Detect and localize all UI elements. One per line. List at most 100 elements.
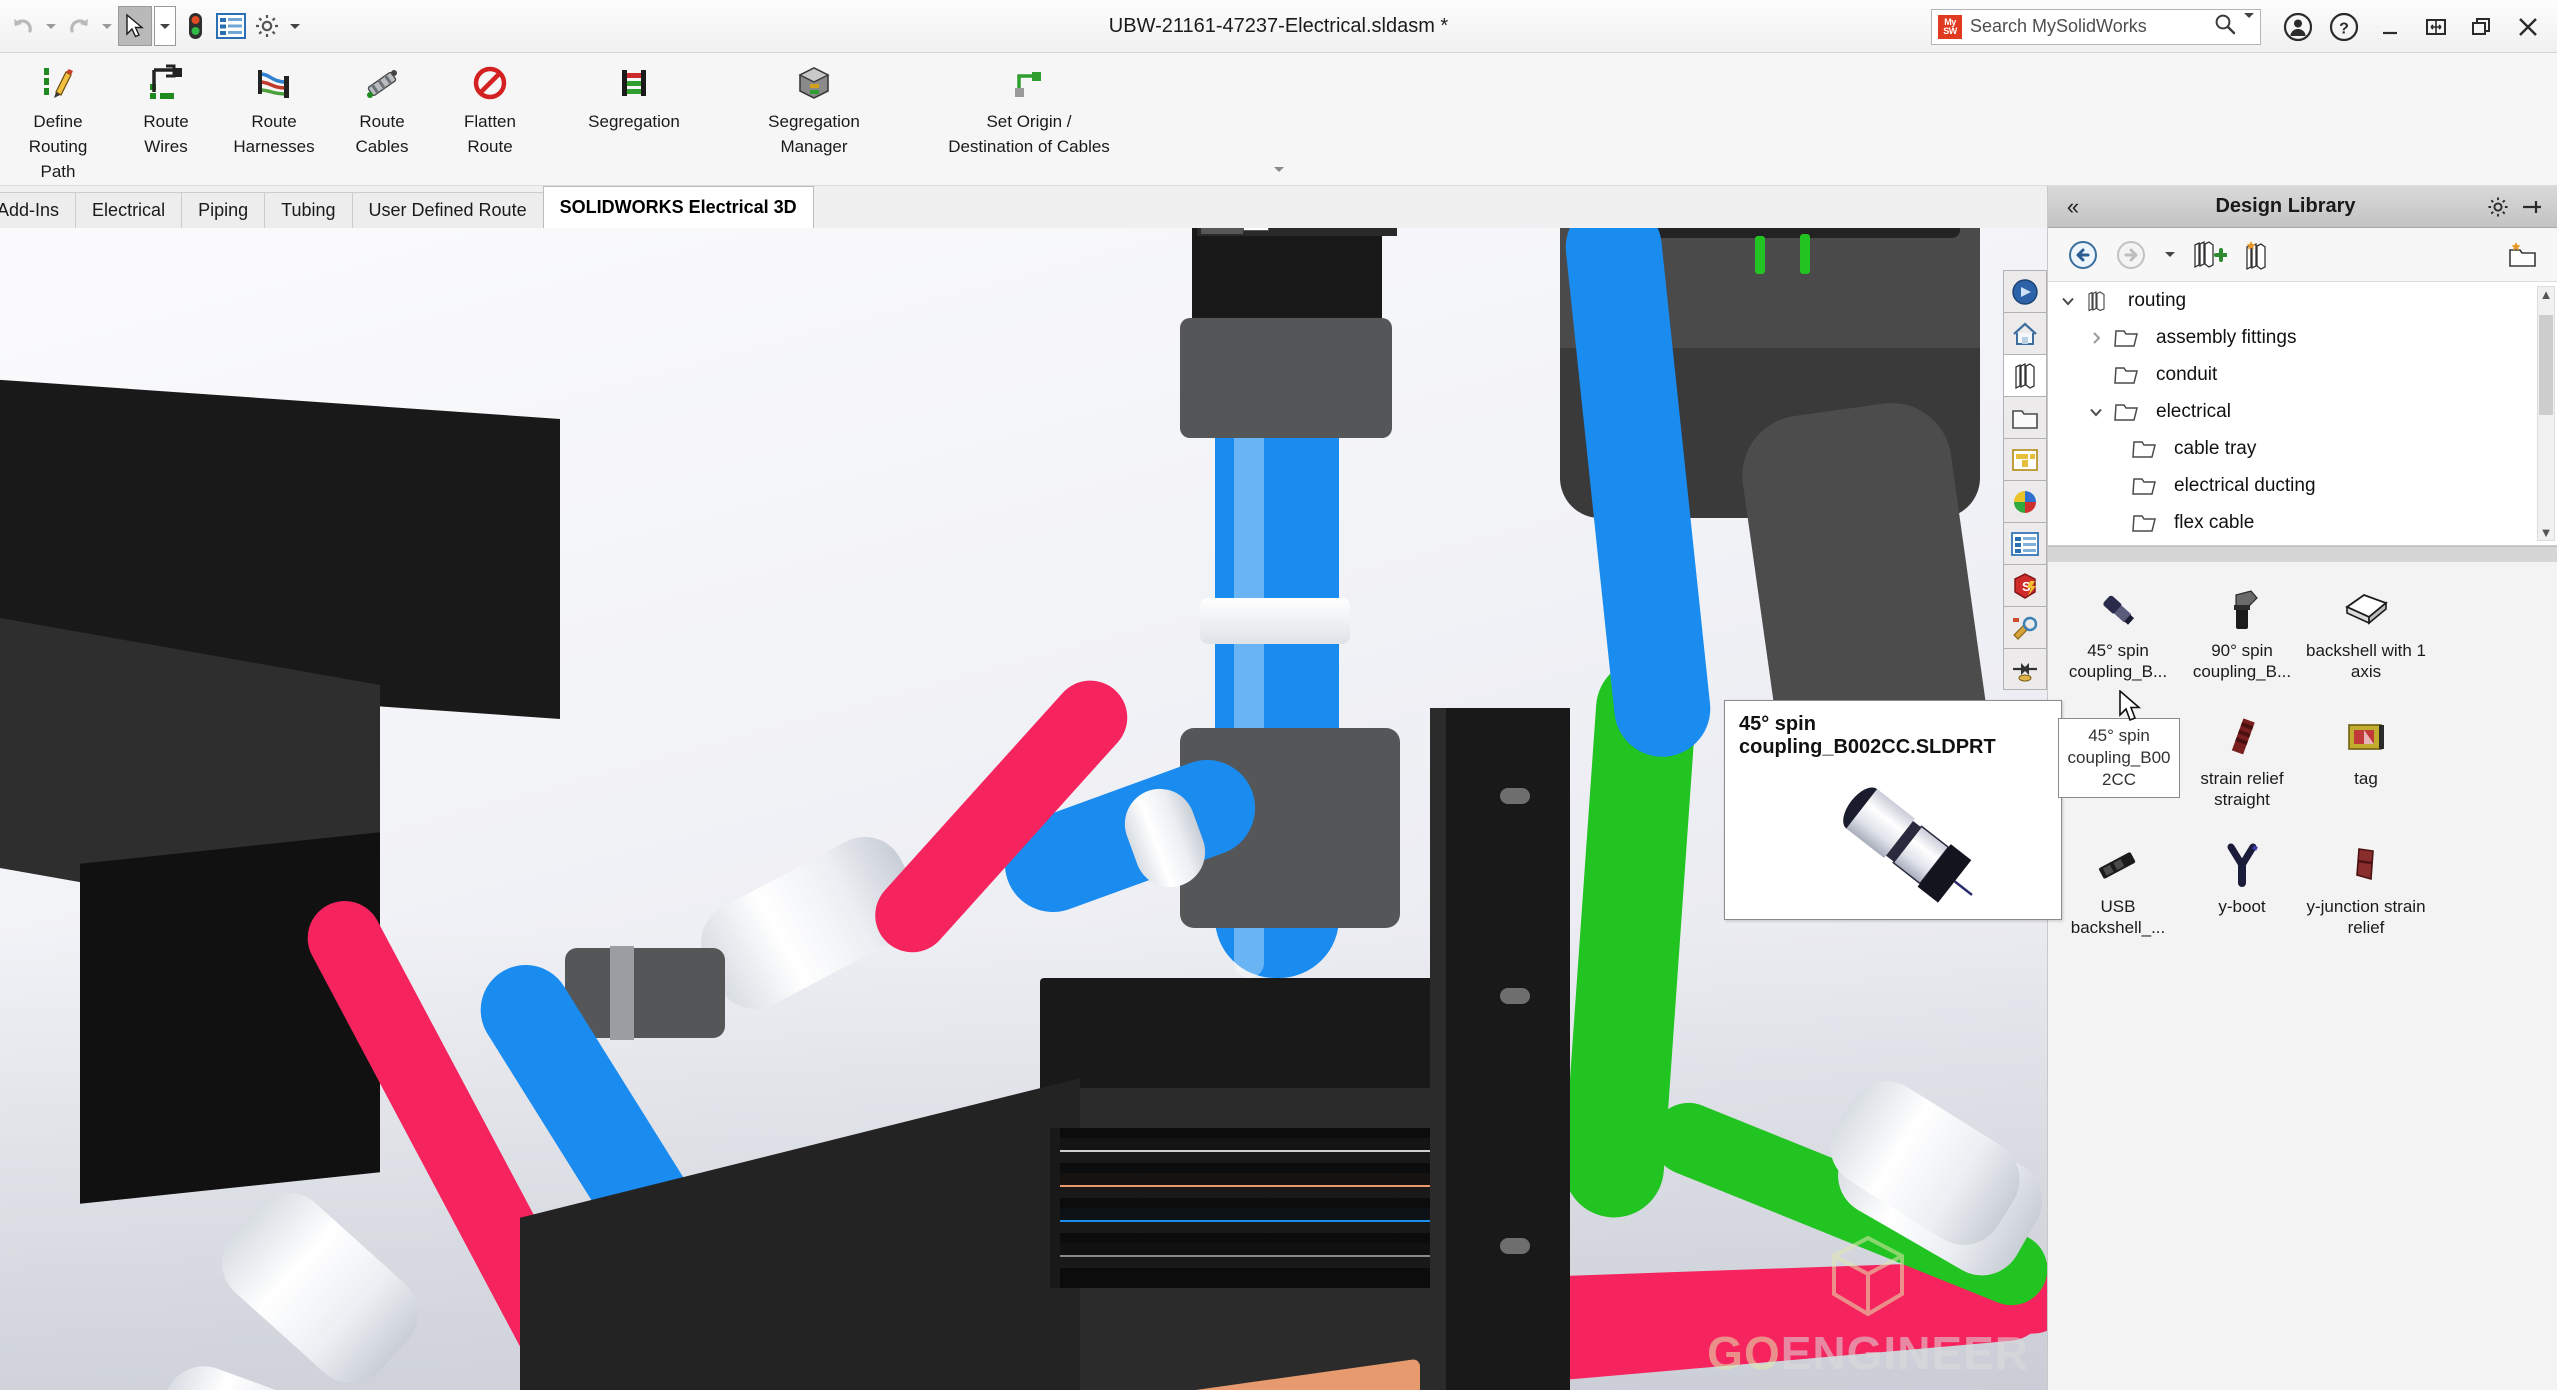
pin-panel-icon[interactable] (2515, 195, 2549, 219)
solidworks-pdm-icon[interactable]: S (2003, 564, 2047, 606)
back-button[interactable] (2060, 232, 2106, 278)
scroll-up-arrow-icon[interactable]: ▲ (2540, 287, 2553, 302)
minimize-button[interactable] (2369, 6, 2411, 48)
routing-library-manager-icon[interactable] (2003, 648, 2047, 690)
tree-node-routing[interactable]: routing (2048, 282, 2557, 319)
tree-node-cable-tray[interactable]: cable tray (2048, 430, 2557, 467)
ribbon-route-wires[interactable]: Route Wires (112, 53, 220, 171)
library-item-45-spin-coupling[interactable]: 45° spin coupling_B... (2056, 576, 2180, 704)
search-dropdown-icon[interactable] (2244, 12, 2254, 36)
hide-show-dropdown[interactable] (1269, 228, 1289, 234)
redo-dropdown[interactable] (98, 6, 116, 46)
options-dropdown[interactable] (286, 6, 304, 46)
appearances-scenes-icon[interactable] (2003, 480, 2047, 522)
library-item-y-boot[interactable]: y-boot (2180, 832, 2304, 960)
view-settings-icon[interactable] (1397, 228, 1439, 234)
redo-button[interactable] (62, 6, 96, 46)
ribbon-route-harnesses[interactable]: Route Harnesses (220, 53, 328, 171)
expand-chevron-right-icon[interactable] (2082, 331, 2110, 345)
solidworks-inspection-icon[interactable] (2003, 606, 2047, 648)
view-palette-icon[interactable] (2003, 438, 2047, 480)
design-library-icon[interactable] (2003, 354, 2047, 396)
ribbon-define-routing-path[interactable]: Define Routing Path (4, 53, 112, 182)
tab-tubing[interactable]: Tubing (264, 192, 353, 228)
tab-add-ins[interactable]: Add-Ins (0, 192, 77, 228)
ribbon-segregation[interactable]: Segregation (544, 53, 724, 171)
file-explorer-icon[interactable] (2003, 396, 2047, 438)
account-button[interactable] (2277, 6, 2319, 48)
display-style-dropdown[interactable] (1177, 228, 1197, 234)
library-item-90-spin-coupling[interactable]: 90° spin coupling_B... (2180, 576, 2304, 704)
undo-button[interactable] (6, 6, 40, 46)
add-to-library-button[interactable] (2186, 232, 2232, 278)
library-item-strain-relief-straight[interactable]: strain relief straight (2180, 704, 2304, 832)
hide-show-items-panel[interactable] (1243, 228, 1269, 231)
restore-button[interactable] (2461, 6, 2503, 48)
custom-properties-icon[interactable] (2003, 522, 2047, 564)
rebuild-button[interactable] (178, 6, 212, 46)
hide-show-items-icon[interactable] (1201, 228, 1243, 234)
apply-scene-icon[interactable] (1331, 228, 1373, 234)
apply-scene-dropdown[interactable] (1373, 228, 1393, 234)
forward-button[interactable] (2108, 232, 2154, 278)
view-orientation-dropdown[interactable] (1115, 228, 1135, 234)
expand-chevron-down-icon[interactable] (2054, 294, 2082, 308)
select-tool-button[interactable] (118, 6, 152, 46)
ribbon-set-origin-destination[interactable]: Set Origin / Destination of Cables (904, 53, 1154, 171)
open-folder-button[interactable] (2499, 232, 2545, 278)
search-icon[interactable] (2214, 13, 2236, 40)
create-new-folder-button[interactable] (2234, 232, 2280, 278)
scroll-down-arrow-icon[interactable]: ▼ (2540, 525, 2553, 540)
ribbon-route-cables[interactable]: Route Cables (328, 53, 436, 171)
search-input[interactable]: My SW Search MySolidWorks (1931, 8, 2261, 45)
expand-chevron-down-icon[interactable] (2082, 405, 2110, 419)
library-item-tag[interactable]: tag (2304, 704, 2428, 832)
tree-node-electrical[interactable]: electrical (2048, 393, 2557, 430)
tree-horizontal-scrollbar[interactable] (2048, 546, 2557, 562)
close-button[interactable] (2507, 6, 2549, 48)
tab-solidworks-electrical-3d[interactable]: SOLIDWORKS Electrical 3D (542, 186, 814, 228)
edit-appearance-icon[interactable] (1289, 228, 1331, 234)
help-button[interactable]: ? (2323, 6, 2365, 48)
design-library-tree[interactable]: routing assembly fittings conduit electr… (2048, 282, 2557, 546)
history-dropdown[interactable] (2156, 232, 2184, 278)
tree-vertical-scrollbar[interactable]: ▲ ▼ (2537, 286, 2555, 541)
scroll-thumb[interactable] (2539, 315, 2553, 415)
model-vent-cover (1060, 1128, 1440, 1288)
tree-node-inline-components[interactable]: inline components (2048, 541, 2557, 545)
tree-node-electrical-ducting[interactable]: electrical ducting (2048, 467, 2557, 504)
tree-node-conduit[interactable]: conduit (2048, 356, 2557, 393)
view-orientation-icon[interactable] (1073, 228, 1115, 234)
tree-node-flex-cable[interactable]: flex cable (2048, 504, 2557, 541)
spin-coupling-90-icon (2210, 582, 2274, 636)
tab-piping[interactable]: Piping (181, 192, 266, 228)
collapse-panel-button[interactable]: « (2056, 194, 2090, 220)
zoom-to-fit-icon[interactable] (905, 228, 947, 234)
library-item-usb-backshell[interactable]: USB backshell_... (2056, 832, 2180, 960)
tile-button[interactable] (2415, 6, 2457, 48)
previous-view-icon[interactable] (989, 228, 1031, 234)
ribbon-flatten-route[interactable]: Flatten Route (436, 53, 544, 171)
library-item-label: tag (2354, 769, 2378, 788)
home-icon[interactable] (2003, 312, 2047, 354)
select-tool-dropdown[interactable] (154, 6, 176, 46)
library-item-backshell-1-axis[interactable]: backshell with 1 axis (2304, 576, 2428, 704)
tree-node-assembly-fittings[interactable]: assembly fittings (2048, 319, 2557, 356)
panel-options-gear-icon[interactable] (2481, 195, 2515, 219)
solidworks-resources-icon[interactable] (2003, 270, 2047, 312)
undo-dropdown[interactable] (42, 6, 60, 46)
ribbon-label: Define (33, 112, 83, 131)
library-item-y-junction-strain-relief[interactable]: y-junction strain relief (2304, 832, 2428, 960)
view-settings-dropdown[interactable] (1439, 228, 1459, 234)
section-view-icon[interactable] (1031, 228, 1073, 234)
zoom-to-area-icon[interactable] (947, 228, 989, 234)
tab-electrical[interactable]: Electrical (75, 192, 183, 228)
ribbon-segregation-manager[interactable]: Segregation Manager (724, 53, 904, 171)
ribbon-label-2: Cables (355, 137, 409, 156)
tab-user-defined-route[interactable]: User Defined Route (351, 192, 544, 228)
display-manager-button[interactable] (214, 6, 248, 46)
design-library-items-grid[interactable]: 45° spin coupling_B... 90° spin coupling… (2048, 562, 2557, 1390)
options-button[interactable] (250, 6, 284, 46)
display-style-icon[interactable] (1135, 228, 1177, 234)
tree-label: conduit (2156, 363, 2218, 385)
